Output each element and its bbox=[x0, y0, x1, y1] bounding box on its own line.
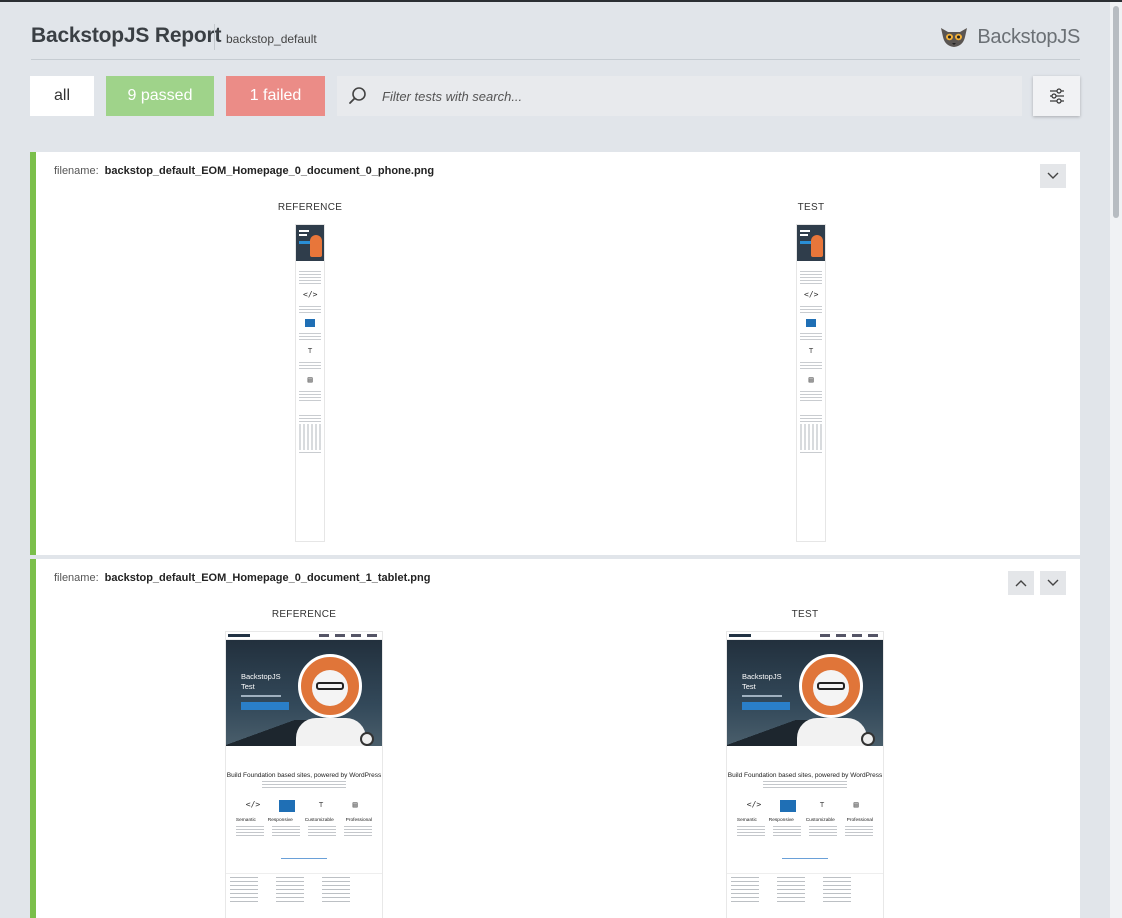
filename-label: filename: bbox=[54, 165, 99, 177]
test-card-phone[interactable]: filename: backstop_default_EOM_Homepage_0… bbox=[30, 152, 1080, 555]
filename-label: filename: bbox=[54, 572, 99, 584]
chevron-down-icon bbox=[1047, 579, 1059, 586]
page-scrollbar[interactable] bbox=[1110, 2, 1122, 918]
test-card-tablet[interactable]: filename: backstop_default_EOM_Homepage_0… bbox=[30, 559, 1080, 918]
filter-all-button[interactable]: all bbox=[30, 76, 94, 116]
test-label: TEST bbox=[791, 609, 819, 620]
brand-name: BackstopJS bbox=[977, 25, 1080, 48]
reference-label: REFERENCE bbox=[277, 202, 343, 213]
reference-label: REFERENCE bbox=[271, 609, 337, 620]
feature-label: Professional bbox=[345, 818, 373, 823]
filter-failed-button[interactable]: 1 failed bbox=[226, 76, 325, 116]
page-title: BackstopJS Report bbox=[31, 24, 222, 47]
title-divider bbox=[214, 24, 215, 50]
filename-value: backstop_default_EOM_Homepage_0_document… bbox=[104, 572, 431, 584]
reference-screenshot[interactable]: BackstopJS Test Build Foundation based si… bbox=[225, 631, 383, 918]
feature-label: Responsive bbox=[267, 818, 293, 823]
move-up-button[interactable] bbox=[1008, 571, 1034, 595]
test-label: TEST bbox=[797, 202, 825, 213]
shot-heading: Build Foundation based sites, powered by… bbox=[226, 772, 382, 779]
test-screenshot[interactable]: BackstopJS Test Build Foundation based si… bbox=[726, 631, 884, 918]
chevron-up-icon bbox=[1015, 580, 1027, 587]
feature-label: Customizable bbox=[304, 818, 334, 823]
feature-label: Semantic bbox=[235, 818, 256, 823]
filename-row: filename: backstop_default_EOM_Homepage_0… bbox=[54, 572, 430, 584]
feature-label: Responsive bbox=[768, 818, 794, 823]
brand[interactable]: BackstopJS bbox=[939, 22, 1080, 52]
feature-label: Professional bbox=[846, 818, 874, 823]
feature-label: Customizable bbox=[805, 818, 835, 823]
filename-value: backstop_default_EOM_Homepage_0_document… bbox=[104, 165, 435, 177]
search-input[interactable] bbox=[382, 88, 982, 104]
hero-subtitle: Test bbox=[742, 682, 756, 691]
feature-label: Semantic bbox=[736, 818, 757, 823]
collapse-button[interactable] bbox=[1040, 571, 1066, 595]
hero-title: BackstopJS bbox=[241, 672, 281, 681]
hero-subtitle: Test bbox=[241, 682, 255, 691]
filename-row: filename: backstop_default_EOM_Homepage_0… bbox=[54, 165, 434, 177]
search-icon bbox=[349, 87, 366, 104]
shot-heading: Build Foundation based sites, powered by… bbox=[727, 772, 883, 779]
settings-button[interactable] bbox=[1033, 76, 1080, 116]
report-header: BackstopJS Report backstop_default Backs… bbox=[31, 20, 1080, 60]
search-bar[interactable] bbox=[337, 76, 1022, 116]
sliders-icon bbox=[1049, 88, 1064, 104]
scroll-thumb[interactable] bbox=[1113, 6, 1119, 218]
reference-screenshot[interactable]: </> ⊤ ▤ bbox=[295, 224, 325, 542]
chevron-down-icon bbox=[1047, 172, 1059, 179]
filter-passed-button[interactable]: 9 passed bbox=[106, 76, 214, 116]
test-screenshot[interactable]: </> ⊤ ▤ bbox=[796, 224, 826, 542]
hero-title: BackstopJS bbox=[742, 672, 782, 681]
lemur-logo-icon bbox=[941, 28, 968, 47]
collapse-button[interactable] bbox=[1040, 164, 1066, 188]
suite-name: backstop_default bbox=[226, 32, 317, 46]
